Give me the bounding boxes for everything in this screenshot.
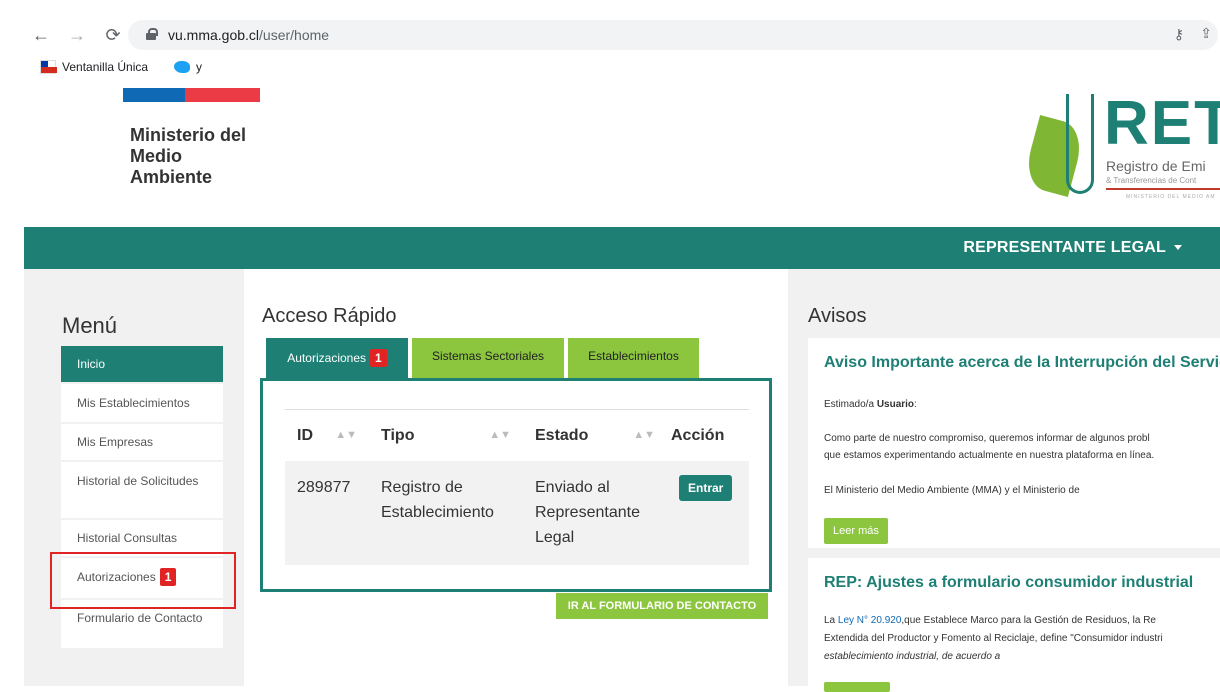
sort-icon[interactable]: ▲▼ xyxy=(633,429,655,441)
address-bar[interactable]: vu.mma.gob.cl/user/home ⚷ ⇪ xyxy=(128,20,1218,50)
sort-icon[interactable]: ▲▼ xyxy=(489,429,511,441)
gov-stripe xyxy=(123,88,260,102)
table-header: ID ▲▼ Tipo ▲▼ Estado ▲▼ Acción xyxy=(285,409,749,461)
menu-item-historial-solicitudes[interactable]: Historial de Solicitudes xyxy=(61,462,223,520)
chile-flag-icon xyxy=(40,60,57,74)
avisos-title: Avisos xyxy=(808,305,867,327)
quick-access-title: Acceso Rápido xyxy=(262,305,397,327)
count-badge: 1 xyxy=(370,349,387,367)
twitter-icon xyxy=(174,61,190,73)
aviso-text-line: establecimiento industrial, de acuerdo a xyxy=(824,651,1001,662)
aviso-title[interactable]: Aviso Importante acerca de la Interrupci… xyxy=(824,354,1220,372)
aviso-text-line: El Ministerio del Medio Ambiente (MMA) y… xyxy=(824,485,1080,496)
caret-down-icon xyxy=(1174,245,1182,251)
cell-id: 289877 xyxy=(297,479,351,496)
menu-item-mis-empresas[interactable]: Mis Empresas xyxy=(61,424,223,462)
url-text: vu.mma.gob.cl/user/home xyxy=(168,27,330,43)
authorizations-table: ID ▲▼ Tipo ▲▼ Estado ▲▼ Acción 289877 Regis… xyxy=(285,409,749,565)
address-row: ← → ⟳ vu.mma.gob.cl/user/home ⚷ ⇪ xyxy=(24,20,1220,50)
highlight-box xyxy=(50,552,236,609)
aviso-text-line: Como parte de nuestro compromiso, querem… xyxy=(824,433,1150,444)
menu-item-inicio[interactable]: Inicio xyxy=(61,346,223,384)
aviso-card: Aviso Importante acerca de la Interrupci… xyxy=(808,338,1220,548)
read-more-button[interactable] xyxy=(824,682,890,692)
column-header-tipo[interactable]: Tipo ▲▼ xyxy=(369,427,523,445)
cell-accion: Entrar xyxy=(667,475,749,565)
read-more-button[interactable]: Leer más xyxy=(824,518,888,544)
contact-form-button[interactable]: IR AL FORMULARIO DE CONTACTO xyxy=(556,593,768,619)
share-icon[interactable]: ⇪ xyxy=(1200,25,1212,42)
role-dropdown[interactable]: REPRESENTANTE LEGAL xyxy=(963,239,1182,257)
aviso-text-line: que estamos experimentando actualmente e… xyxy=(824,450,1155,461)
tab-autorizaciones[interactable]: Autorizaciones 1 xyxy=(266,338,408,380)
tab-sistemas-sectoriales[interactable]: Sistemas Sectoriales xyxy=(412,338,564,380)
menu-title: Menú xyxy=(62,313,118,338)
bookmark-twitter[interactable]: y xyxy=(174,60,202,74)
ministry-logo: Ministerio del Medio Ambiente xyxy=(130,125,247,187)
law-link[interactable]: Ley N° 20.920 xyxy=(838,615,902,626)
aviso-greeting: Estimado/a Usuario: xyxy=(824,399,917,410)
tab-panel: ID ▲▼ Tipo ▲▼ Estado ▲▼ Acción 289877 Regis… xyxy=(260,378,772,592)
tube-icon xyxy=(1066,94,1094,194)
browser-chrome: ← → ⟳ vu.mma.gob.cl/user/home ⚷ ⇪ Ventan… xyxy=(24,12,1220,90)
aviso-text-line: La Ley N° 20.920,que Establece Marco par… xyxy=(824,615,1156,626)
bookmarks-bar: Ventanilla Única y xyxy=(24,56,1220,80)
menu-item-mis-establecimientos[interactable]: Mis Establecimientos xyxy=(61,384,223,424)
reload-icon[interactable]: ⟳ xyxy=(102,24,124,46)
entrar-button[interactable]: Entrar xyxy=(679,475,733,501)
cell-tipo: Registro de Establecimiento xyxy=(381,479,494,521)
column-header-estado[interactable]: Estado ▲▼ xyxy=(523,427,667,445)
table-row: 289877 Registro de Establecimiento Envia… xyxy=(285,461,749,565)
aviso-card: REP: Ajustes a formulario consumidor ind… xyxy=(808,558,1220,692)
sort-icon[interactable]: ▲▼ xyxy=(335,429,357,441)
key-icon[interactable]: ⚷ xyxy=(1174,26,1184,43)
tab-establecimientos[interactable]: Establecimientos xyxy=(568,338,699,380)
column-header-accion: Acción xyxy=(671,426,725,444)
column-header-id[interactable]: ID ▲▼ xyxy=(285,427,369,445)
top-nav-bar: REPRESENTANTE LEGAL xyxy=(24,227,1220,269)
aviso-title[interactable]: REP: Ajustes a formulario consumidor ind… xyxy=(824,574,1193,592)
ret-logo: RET Registro de Emi & Transferencias de … xyxy=(1026,94,1220,214)
cell-estado: Enviado al Representante Legal xyxy=(535,479,640,546)
lock-icon xyxy=(146,28,158,40)
forward-icon[interactable]: → xyxy=(66,24,88,46)
aviso-text-line: Extendida del Productor y Fomento al Rec… xyxy=(824,633,1163,644)
back-icon[interactable]: ← xyxy=(30,24,52,46)
bookmark-ventanilla[interactable]: Ventanilla Única xyxy=(40,60,148,74)
